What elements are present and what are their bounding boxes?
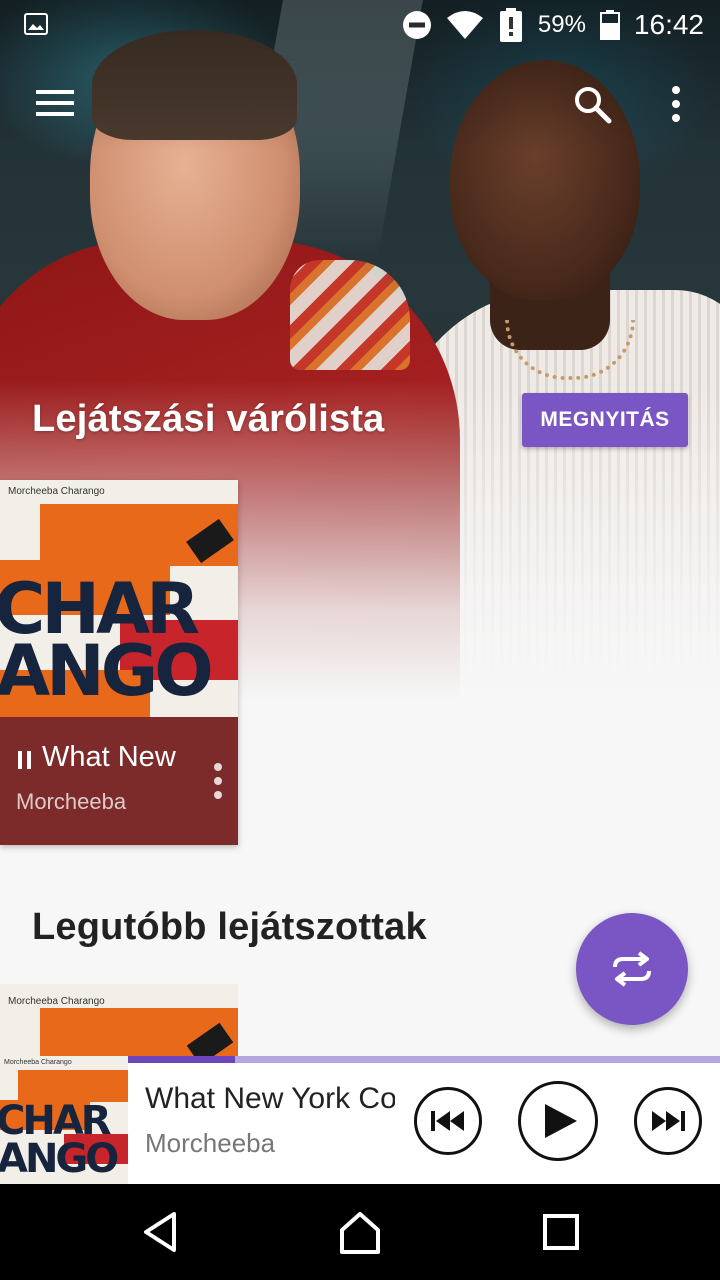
album-caption: Morcheeba Charango [4,1059,72,1066]
queue-section-title: Lejátszási várólista [32,398,385,440]
queue-card-info: What New York Couples Fight About Morche… [0,717,238,845]
track-more-icon[interactable] [206,761,230,801]
do-not-disturb-icon [402,11,431,39]
skip-next-button[interactable] [634,1087,702,1155]
mini-player-album-art[interactable]: Morcheeba Charango CHAR ANGO [0,1056,128,1184]
battery-icon [599,10,620,40]
battery-percent: 59% [537,11,586,38]
queue-album-art: Morcheeba Charango CHAR ANGO [0,480,238,717]
queue-track-title: What New York Couples Fight About [42,741,182,773]
recent-section-title: Legutóbb lejátszottak [32,906,427,948]
recent-album-card[interactable]: Morcheeba Charango [0,984,238,1056]
home-icon[interactable] [330,1206,390,1258]
menu-icon[interactable] [36,88,76,118]
status-bar: 59% 16:42 [0,0,720,50]
status-time: 16:42 [633,9,704,40]
battery-alert-icon [499,8,522,42]
mini-player: Morcheeba Charango CHAR ANGO What New Yo… [0,1056,720,1184]
album-letters-bottom: ANGO [0,1136,119,1182]
album-caption: Morcheeba Charango [8,486,105,497]
play-button[interactable] [518,1081,598,1161]
repeat-fab-button[interactable] [576,913,688,1025]
mini-player-artist: Morcheeba [145,1128,276,1158]
queue-track-artist: Morcheeba [16,789,127,814]
play-icon [545,1104,577,1138]
playback-progress-fill [128,1056,235,1063]
status-bar-right: 59% 16:42 [402,0,704,50]
skip-previous-button[interactable] [414,1087,482,1155]
pause-icon [18,751,31,769]
search-icon[interactable] [572,84,612,124]
back-icon[interactable] [130,1206,190,1258]
skip-previous-icon [431,1111,464,1131]
more-vert-icon[interactable] [660,84,692,124]
recents-icon[interactable] [530,1206,590,1258]
queue-track-card[interactable]: Morcheeba Charango CHAR ANGO What New Yo… [0,480,238,845]
playback-progress-track[interactable] [128,1056,720,1063]
skip-next-icon [652,1111,685,1131]
album-caption: Morcheeba Charango [8,996,105,1007]
open-queue-button[interactable]: MEGNYITÁS [522,393,688,447]
mini-player-title[interactable]: What New York Couples Fight About [145,1082,395,1116]
album-letters-bottom: ANGO [0,630,214,712]
image-notification-icon [24,13,48,35]
system-nav-bar [0,1184,720,1280]
wifi-icon [446,11,483,39]
repeat-icon [613,951,651,987]
